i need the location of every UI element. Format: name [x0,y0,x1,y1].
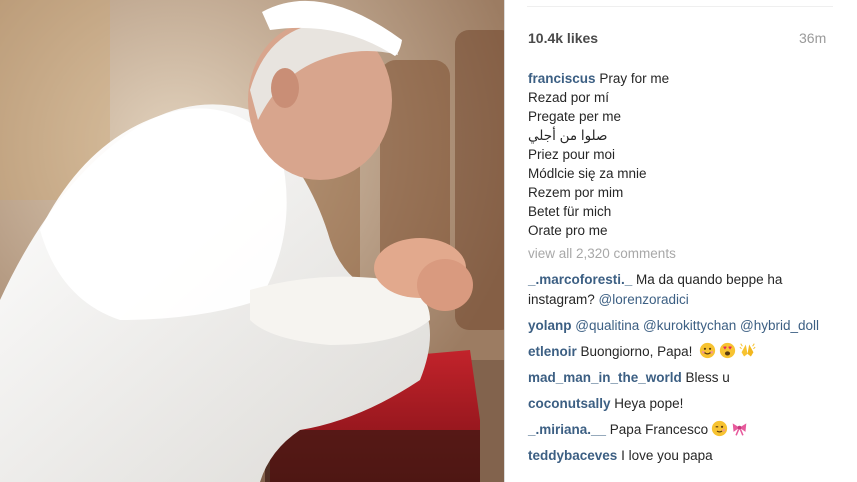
likes-count[interactable]: 10.4k likes [528,30,598,46]
comment-username[interactable]: _.miriana.__ [528,422,606,437]
comment-mention[interactable]: @lorenzoradici [599,292,689,307]
caption-line: Rezad por mí [528,90,610,105]
caption-line: Pregate per me [528,109,622,124]
comment-item: _.marcoforesti._ Ma da quando beppe ha i… [528,270,848,310]
top-rule [527,6,833,7]
winking-face-emoji-icon [711,420,728,437]
pink-ribbon-emoji-icon [732,423,747,436]
caption-line: Orate pro me [528,223,608,238]
post-details-panel: 10.4k likes 36m franciscus Pray for me R… [505,0,857,482]
comment-item: teddybaceves I love you papa [528,446,848,466]
caption-line: Módlcie się za mnie [528,166,647,181]
view-all-comments-link[interactable]: view all 2,320 comments [528,246,676,261]
post-timestamp[interactable]: 36m [799,30,826,46]
caption-line: Priez pour moi [528,147,616,162]
comment-item: mad_man_in_the_world Bless u [528,368,848,388]
comment-username[interactable]: teddybaceves [528,448,617,463]
comment-item: etlenoir Buongiorno, Papa! [528,342,848,362]
comment-username[interactable]: coconutsally [528,396,611,411]
comment-username[interactable]: _.marcoforesti._ [528,272,632,287]
photo-illustration [0,0,504,482]
caption: franciscus Pray for me Rezad por mí Preg… [528,69,848,240]
smiling-face-emoji-icon [699,342,716,359]
comment-mention[interactable]: @kurokittychan @hybrid_doll [639,318,819,333]
caption-line: Betet für mich [528,204,612,219]
comment-username[interactable]: etlenoir [528,344,577,359]
comment-username[interactable]: yolanp [528,318,572,333]
praying-hands-emoji-icon [739,343,756,357]
comment-text: Papa Francesco [606,422,709,437]
caption-line: Rezem por mim [528,185,624,200]
comments-list: _.marcoforesti._ Ma da quando beppe ha i… [528,270,848,472]
heart-eyes-face-emoji-icon [719,342,736,359]
comment-text: Heya pope! [610,396,684,411]
comment-item: yolanp @qualitina @kurokittychan @hybrid… [528,316,848,336]
comment-mention[interactable]: @qualitina [575,318,639,333]
comment-item: coconutsally Heya pope! [528,394,848,414]
comment-text: Buongiorno, Papa! [576,344,697,359]
comment-item: _.miriana.__ Papa Francesco [528,420,848,440]
post-photo[interactable] [0,0,504,482]
caption-line: صلوا من أجلي [528,128,608,143]
caption-first-line: franciscus Pray for me [528,69,848,88]
comment-text: Bless u [681,370,730,385]
comment-text: I love you papa [617,448,713,463]
comment-username[interactable]: mad_man_in_the_world [528,370,682,385]
caption-username[interactable]: franciscus [528,71,596,86]
caption-line: Pray for me [599,71,670,86]
